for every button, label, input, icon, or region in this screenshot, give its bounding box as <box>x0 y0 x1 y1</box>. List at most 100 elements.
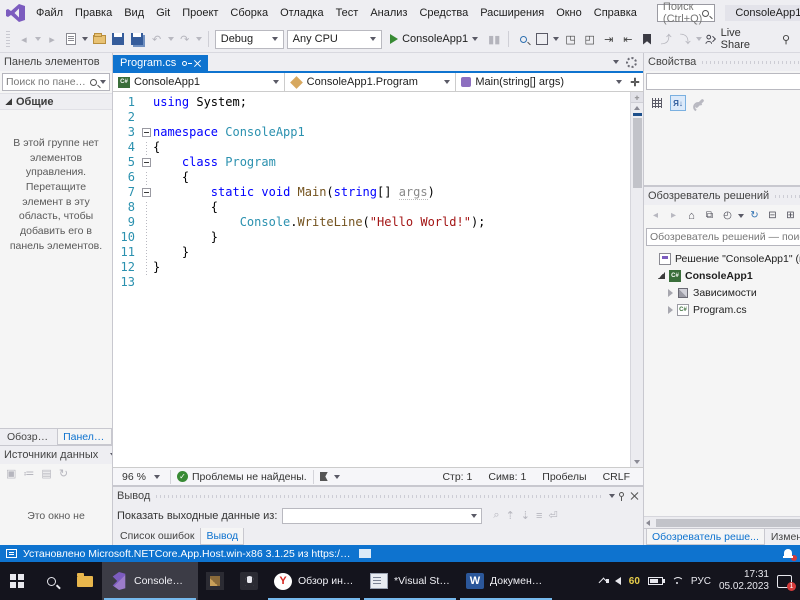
scroll-left-icon[interactable] <box>646 519 650 526</box>
action-center-icon[interactable]: 1 <box>777 574 796 591</box>
pending-changes-filter-icon[interactable]: ◴ <box>720 208 735 223</box>
output-source-select[interactable] <box>282 507 483 524</box>
code-line[interactable]: } <box>153 260 630 275</box>
tree-item-program-cs[interactable]: Program.cs <box>644 301 800 318</box>
volume-icon[interactable] <box>605 577 621 585</box>
code-line[interactable]: } <box>153 230 630 245</box>
fold-marker[interactable] <box>139 185 153 200</box>
toolbox-group-general[interactable]: Общие <box>0 93 112 110</box>
code-line[interactable]: using System; <box>153 95 630 110</box>
tree-item-решение-consoleapp1-проекты-1-из-1-[interactable]: Решение "ConsoleApp1" (проекты: 1 из 1) <box>644 250 800 267</box>
menu-item-проект[interactable]: Проект <box>176 4 224 22</box>
fold-marker[interactable] <box>139 155 153 170</box>
menu-item-окно[interactable]: Окно <box>550 4 588 22</box>
collapsed-expander-icon[interactable] <box>668 288 673 297</box>
save-icon[interactable] <box>110 31 126 48</box>
battery-icon[interactable] <box>647 577 665 585</box>
type-dropdown[interactable]: ConsoleApp1.Program <box>285 73 457 91</box>
code-line[interactable]: } <box>153 245 630 260</box>
taskbar-app[interactable] <box>232 562 266 600</box>
output-pin-icon[interactable] <box>619 491 624 501</box>
left-dock-tab[interactable]: Панель эле... <box>57 429 112 445</box>
filter-dropdown-icon[interactable] <box>738 213 744 218</box>
redo-icon[interactable]: ↷ <box>177 31 193 48</box>
taskbar-app[interactable]: WДокумент Microso... <box>458 562 554 600</box>
hot-reload-icon[interactable]: ▮▮ <box>486 31 502 48</box>
prev-bookmark-icon[interactable]: ⤴ <box>658 31 674 48</box>
network-icon[interactable] <box>671 577 683 585</box>
output-title-bar[interactable]: Вывод <box>113 487 643 505</box>
find-all-references-icon[interactable] <box>534 31 550 48</box>
code-line[interactable]: static void Main(string[] args) <box>153 185 630 200</box>
switch-views-icon[interactable]: ⧉ <box>702 208 717 223</box>
taskbar-app[interactable]: YОбзор интегриров... <box>266 562 362 600</box>
member-dropdown[interactable]: Main(string[] args) <box>456 73 627 91</box>
save-all-icon[interactable] <box>129 31 145 48</box>
comment-icon[interactable]: ◳ <box>562 31 578 48</box>
bookmark-icon[interactable] <box>639 31 655 48</box>
code-line[interactable]: { <box>153 170 630 185</box>
goto-next-icon[interactable]: ⇣ <box>521 509 530 522</box>
property-pages-icon[interactable] <box>691 95 707 111</box>
menu-item-файл[interactable]: Файл <box>30 4 69 22</box>
taskbar-search-button[interactable] <box>34 562 68 600</box>
scrollbar-thumb[interactable] <box>632 118 642 188</box>
bottom-panel-tab[interactable]: Список ошибок <box>115 528 199 545</box>
menu-item-тест[interactable]: Тест <box>330 4 365 22</box>
code-health-indicator[interactable]: Проблемы не найдены. <box>177 471 307 483</box>
edit-data-source-icon[interactable]: ≔ <box>23 467 34 480</box>
show-all-files-icon[interactable]: ⊞ <box>783 208 798 223</box>
find-message-icon[interactable]: ⌕ <box>493 509 499 522</box>
file-explorer-button[interactable] <box>68 562 102 600</box>
taskbar-app[interactable]: ConsoleApp1 - Mic... <box>102 562 198 600</box>
splitter-handle[interactable]: ✛ <box>631 92 643 103</box>
feedback-icon[interactable]: ⚲ <box>778 31 794 48</box>
menu-item-анализ[interactable]: Анализ <box>364 4 413 22</box>
collapse-region-icon[interactable] <box>141 128 151 137</box>
code-line[interactable]: namespace ConsoleApp1 <box>153 125 630 140</box>
new-file-icon[interactable] <box>63 31 79 48</box>
open-file-icon[interactable] <box>91 31 107 48</box>
outlining-gutter[interactable] <box>139 92 153 467</box>
back-icon[interactable]: ◂ <box>648 208 663 223</box>
code-line[interactable]: class Program <box>153 155 630 170</box>
battery-percent[interactable]: 60 <box>629 576 640 587</box>
find-in-files-icon[interactable] <box>515 31 531 48</box>
tree-item-consoleapp1[interactable]: ConsoleApp1 <box>644 267 800 284</box>
tab-options-icon[interactable] <box>626 56 637 68</box>
editor-vertical-scrollbar[interactable]: ✛ <box>630 92 643 467</box>
close-tab-icon[interactable] <box>194 60 201 67</box>
toolbar-grip[interactable] <box>6 31 10 47</box>
start-debugging-button[interactable]: ConsoleApp1 <box>385 32 483 46</box>
menu-item-сборка[interactable]: Сборка <box>224 4 274 22</box>
clear-all-icon[interactable]: ≡ <box>536 510 542 522</box>
bookmark-dropdown-icon[interactable] <box>696 37 703 41</box>
solution-explorer-hscrollbar[interactable] <box>644 516 800 528</box>
new-file-dropdown-icon[interactable] <box>82 37 89 41</box>
menu-item-правка[interactable]: Правка <box>69 4 118 22</box>
tab-list-dropdown-icon[interactable] <box>613 60 619 64</box>
uncomment-icon[interactable]: ◰ <box>582 31 598 48</box>
solution-explorer-title-bar[interactable]: Обозреватель решений <box>644 187 800 205</box>
split-window-icon[interactable]: ✛ <box>627 73 643 91</box>
outdent-icon[interactable]: ⇤ <box>620 31 636 48</box>
data-sources-menu-icon[interactable] <box>110 453 112 457</box>
code-editor[interactable]: 1 2 3 4 5 6 7 8 9 10 11 12 13 using System; namespace… <box>113 92 643 467</box>
collapse-all-icon[interactable]: ⊟ <box>765 208 780 223</box>
output-close-icon[interactable] <box>631 492 639 500</box>
indent-icon[interactable]: ⇥ <box>601 31 617 48</box>
collapse-region-icon[interactable] <box>141 188 151 197</box>
code-line[interactable]: { <box>153 200 630 215</box>
categorized-icon[interactable] <box>649 95 665 111</box>
clock[interactable]: 17:31 05.02.2023 <box>719 569 769 594</box>
redo-dropdown-icon[interactable] <box>195 37 202 41</box>
back-dropdown-icon[interactable] <box>34 37 41 41</box>
next-bookmark-icon[interactable]: ⤵ <box>677 31 693 48</box>
properties-title-bar[interactable]: Свойства <box>644 53 800 71</box>
navigate-forward-icon[interactable]: ▸ <box>44 31 60 48</box>
menu-item-отладка[interactable]: Отладка <box>274 4 329 22</box>
taskbar-app[interactable]: *Visual Studio.txt – ... <box>362 562 458 600</box>
collapse-region-icon[interactable] <box>141 158 151 167</box>
find-dropdown-icon[interactable] <box>553 37 560 41</box>
spaces-label[interactable]: Пробелы <box>542 471 586 483</box>
